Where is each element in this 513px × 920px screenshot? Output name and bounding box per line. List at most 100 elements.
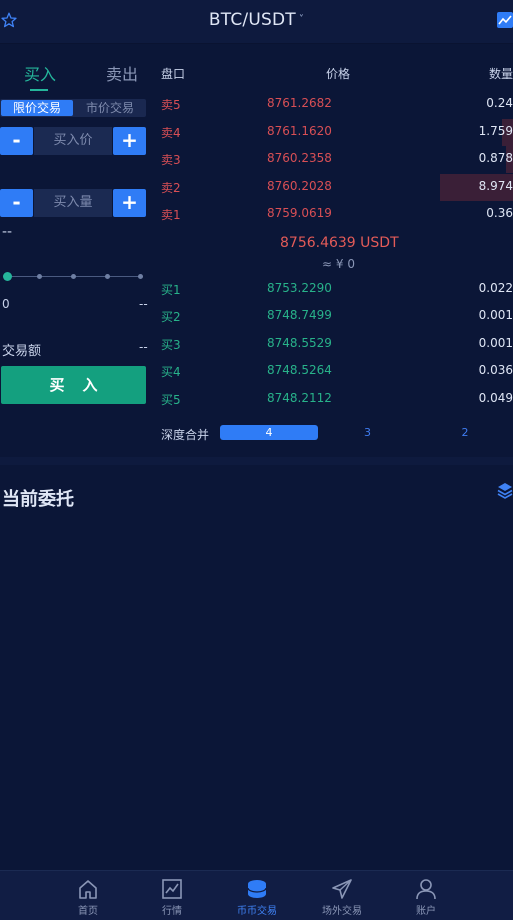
ask-qty: 8.974 (478, 179, 513, 193)
user-icon (416, 879, 436, 900)
nav-label: 首页 (78, 906, 98, 917)
depth-option[interactable]: 2 (440, 425, 490, 440)
slider-step[interactable] (37, 274, 42, 279)
orderbook-col-qty: 数量 (489, 67, 513, 81)
nav-item-otc[interactable]: 场外交易 (312, 871, 372, 920)
pair-title: BTC/USDT (208, 10, 296, 30)
bid-qty: 0.049 (478, 391, 513, 405)
nav-item-spot-trade[interactable]: 币币交易 (227, 871, 287, 920)
bid-level: 买3 (161, 338, 181, 352)
bid-row[interactable]: 买4 8748.5264 0.036 (150, 358, 513, 385)
tab-sell[interactable]: 卖出 (106, 61, 138, 85)
slider-step[interactable] (138, 274, 143, 279)
pair-selector[interactable]: BTC/USDT ˅ (0, 10, 513, 30)
bid-level: 买5 (161, 393, 181, 407)
tab-buy[interactable]: 买入 (24, 61, 56, 85)
bid-row[interactable]: 买3 8748.5529 0.001 (150, 331, 513, 358)
nav-item-home[interactable]: 首页 (58, 871, 118, 920)
slider-knob[interactable] (3, 272, 12, 281)
price-stepper: - + (0, 127, 146, 155)
home-icon (79, 880, 97, 899)
price-increase-button[interactable]: + (113, 127, 146, 155)
ask-qty: 0.24 (486, 96, 513, 110)
slider-min-value: 0 (2, 297, 10, 311)
ask-level: 卖1 (161, 208, 181, 222)
bid-price: 8753.2290 (267, 281, 332, 295)
ask-level: 卖4 (161, 126, 181, 140)
bid-price: 8748.7499 (267, 308, 332, 322)
quantity-stepper: - + (0, 189, 146, 217)
bid-qty: 0.036 (478, 363, 513, 377)
nav-item-account[interactable]: 账户 (396, 871, 456, 920)
price-decrease-button[interactable]: - (0, 127, 33, 155)
slider-step[interactable] (105, 274, 110, 279)
orderbook-col-price: 价格 (326, 67, 351, 81)
buy-button[interactable]: 买入 (1, 366, 146, 404)
available-balance: -- (2, 224, 13, 240)
order-history-icon[interactable] (497, 482, 513, 500)
bid-level: 买1 (161, 283, 181, 297)
depth-merge-label: 深度合并 (161, 428, 210, 442)
ask-price: 8759.0619 (267, 206, 332, 220)
last-price: 8756.4639 USDT (280, 235, 399, 251)
order-type-switch: 限价交易 市价交易 (0, 99, 146, 117)
current-orders-title: 当前委托 (2, 489, 74, 510)
slider-max-value: -- (139, 297, 148, 311)
ask-price: 8760.2358 (267, 151, 332, 165)
ask-row[interactable]: 卖4 8761.1620 1.759 (150, 119, 513, 146)
ask-qty: 0.878 (478, 151, 513, 165)
nav-label: 账户 (416, 906, 436, 917)
bid-row[interactable]: 买1 8753.2290 0.022 (150, 276, 513, 303)
limit-order-tab[interactable]: 限价交易 (1, 100, 73, 116)
bid-qty: 0.001 (478, 336, 513, 350)
ask-price: 8760.2028 (267, 179, 332, 193)
price-input[interactable] (34, 127, 112, 155)
kline-chart-icon[interactable] (497, 12, 513, 28)
ask-qty: 1.759 (478, 124, 513, 138)
nav-label: 场外交易 (322, 906, 362, 917)
top-bar: BTC/USDT ˅ (0, 0, 513, 44)
orderbook-col-label: 盘口 (161, 67, 186, 81)
depth-option[interactable]: 3 (340, 425, 395, 440)
bid-price: 8748.5529 (267, 336, 332, 350)
trade-amount-label: 交易额 (2, 344, 42, 359)
tab-buy-underline (30, 89, 48, 91)
bid-level: 买2 (161, 310, 181, 324)
nav-item-market[interactable]: 行情 (142, 871, 202, 920)
market-order-tab[interactable]: 市价交易 (74, 100, 146, 116)
slider-step[interactable] (71, 274, 76, 279)
depth-option[interactable]: 4 (220, 425, 318, 440)
ask-row[interactable]: 卖1 8759.0619 0.36 (150, 201, 513, 228)
bid-price: 8748.2112 (267, 391, 332, 405)
ask-row[interactable]: 卖3 8760.2358 0.878 (150, 146, 513, 173)
quantity-input[interactable] (34, 189, 112, 217)
nav-label: 行情 (162, 906, 182, 917)
buy-sell-tabs: 买入 卖出 (0, 56, 150, 96)
ask-price: 8761.2682 (267, 96, 332, 110)
ask-qty: 0.36 (486, 206, 513, 220)
amount-slider[interactable] (3, 272, 143, 282)
chevron-down-icon: ˅ (298, 14, 305, 25)
bottom-nav: 首页 行情 币币交易 场外交易 账户 (0, 870, 513, 920)
ask-row[interactable]: 卖5 8761.2682 0.24 (150, 91, 513, 118)
quantity-decrease-button[interactable]: - (0, 189, 33, 217)
chart-icon (162, 879, 182, 899)
quantity-increase-button[interactable]: + (113, 189, 146, 217)
ask-level: 卖2 (161, 181, 181, 195)
trade-amount-value: -- (139, 340, 148, 354)
ask-price: 8761.1620 (267, 124, 332, 138)
ask-level: 卖3 (161, 153, 181, 167)
bid-price: 8748.5264 (267, 363, 332, 377)
paper-plane-icon (332, 879, 352, 899)
bid-level: 买4 (161, 365, 181, 379)
bid-qty: 0.022 (478, 281, 513, 295)
bid-row[interactable]: 买2 8748.7499 0.001 (150, 303, 513, 330)
ask-level: 卖5 (161, 98, 181, 112)
bid-qty: 0.001 (478, 308, 513, 322)
last-price-cny: ≈ ¥ 0 (322, 257, 355, 271)
section-divider (0, 457, 513, 465)
nav-label: 币币交易 (237, 906, 277, 917)
bid-row[interactable]: 买5 8748.2112 0.049 (150, 386, 513, 413)
ask-row[interactable]: 卖2 8760.2028 8.974 (150, 174, 513, 201)
coins-icon (247, 880, 267, 898)
